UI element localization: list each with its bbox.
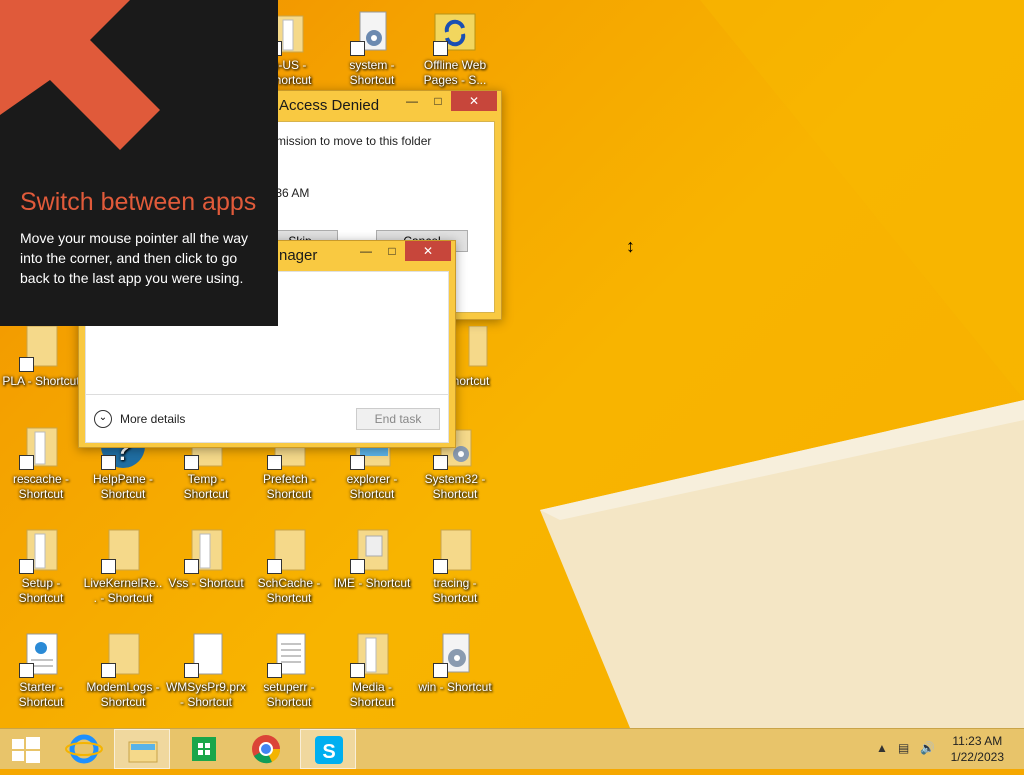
taskbar-store[interactable] xyxy=(176,729,232,769)
taskbar-file-explorer[interactable] xyxy=(114,729,170,769)
show-hidden-icons-icon[interactable]: ▲ xyxy=(876,741,888,755)
maximize-button[interactable]: □ xyxy=(377,241,407,261)
desktop-icon-tracing[interactable]: tracing - Shortcut xyxy=(414,528,496,624)
desktop-icon-setup[interactable]: Setup - Shortcut xyxy=(0,528,82,624)
clock-time: 11:23 AM xyxy=(952,734,1003,748)
arrow-icon xyxy=(0,0,160,150)
clock[interactable]: 11:23 AM 1/22/2023 xyxy=(951,733,1004,765)
close-button[interactable]: ✕ xyxy=(405,241,451,261)
windows-logo-icon xyxy=(12,737,40,763)
dialog-message: rmission to move to this folder xyxy=(272,134,432,148)
chevron-down-icon[interactable]: ⌄ xyxy=(94,410,112,428)
taskbar[interactable]: S ▲ ▤ 🔊 11:23 AM 1/22/2023 xyxy=(0,728,1024,769)
desktop-icon-starter[interactable]: Starter - Shortcut xyxy=(0,632,82,728)
internet-explorer-icon xyxy=(65,734,103,764)
tip-body: Move your mouse pointer all the way into… xyxy=(20,230,248,286)
switch-apps-tip[interactable]: Switch between apps Move your mouse poin… xyxy=(0,0,278,326)
desktop-icon-setuperr[interactable]: setuperr - Shortcut xyxy=(248,632,330,728)
desktop-icon-pla[interactable]: PLA - Shortcut xyxy=(0,325,82,422)
network-icon[interactable]: ▤ xyxy=(898,741,909,755)
end-task-button[interactable]: End task xyxy=(356,408,440,430)
volume-icon[interactable]: 🔊 xyxy=(920,741,935,755)
folder-icon xyxy=(128,741,158,763)
window-title: nager xyxy=(279,247,318,264)
desktop-icon-vss[interactable]: Vss - Shortcut xyxy=(165,528,247,624)
taskbar-internet-explorer[interactable] xyxy=(56,729,112,769)
skype-icon: S xyxy=(315,736,343,764)
desktop-icon-livekernel[interactable]: LiveKernelRe... - Shortcut xyxy=(82,528,164,624)
resize-cursor-icon: ↕ xyxy=(626,236,635,256)
desktop-icon-win[interactable]: win - Shortcut xyxy=(414,632,496,728)
clock-date: 1/22/2023 xyxy=(950,750,1004,764)
taskbar-skype[interactable]: S xyxy=(300,729,356,769)
desktop-icon-ime[interactable]: IME - Shortcut xyxy=(331,528,413,624)
close-button[interactable]: ✕ xyxy=(451,91,497,111)
chrome-icon xyxy=(252,735,281,764)
desktop[interactable]: n-US - Shortcut system - Shortcut Offlin… xyxy=(0,0,1024,728)
maximize-button[interactable]: □ xyxy=(423,91,453,111)
taskbar-chrome[interactable] xyxy=(238,729,294,769)
tip-title: Switch between apps xyxy=(20,188,257,216)
desktop-icon-wmsyspr9[interactable]: WMSysPr9.prx - Shortcut xyxy=(165,632,247,728)
more-details-link[interactable]: More details xyxy=(120,412,185,426)
store-icon xyxy=(192,737,216,761)
start-button[interactable] xyxy=(0,729,56,769)
desktop-icon-media[interactable]: Media - Shortcut xyxy=(331,632,413,728)
svg-text:S: S xyxy=(322,741,335,763)
desktop-icon-schcache[interactable]: SchCache - Shortcut xyxy=(248,528,330,624)
desktop-icon-modemlogs[interactable]: ModemLogs - Shortcut xyxy=(82,632,164,728)
titlebar[interactable]: Access Denied — □ ✕ xyxy=(271,91,501,121)
divider xyxy=(86,394,448,395)
dialog-title: Access Denied xyxy=(279,97,380,114)
desktop-icon-rescache[interactable]: rescache - Shortcut xyxy=(0,424,82,520)
